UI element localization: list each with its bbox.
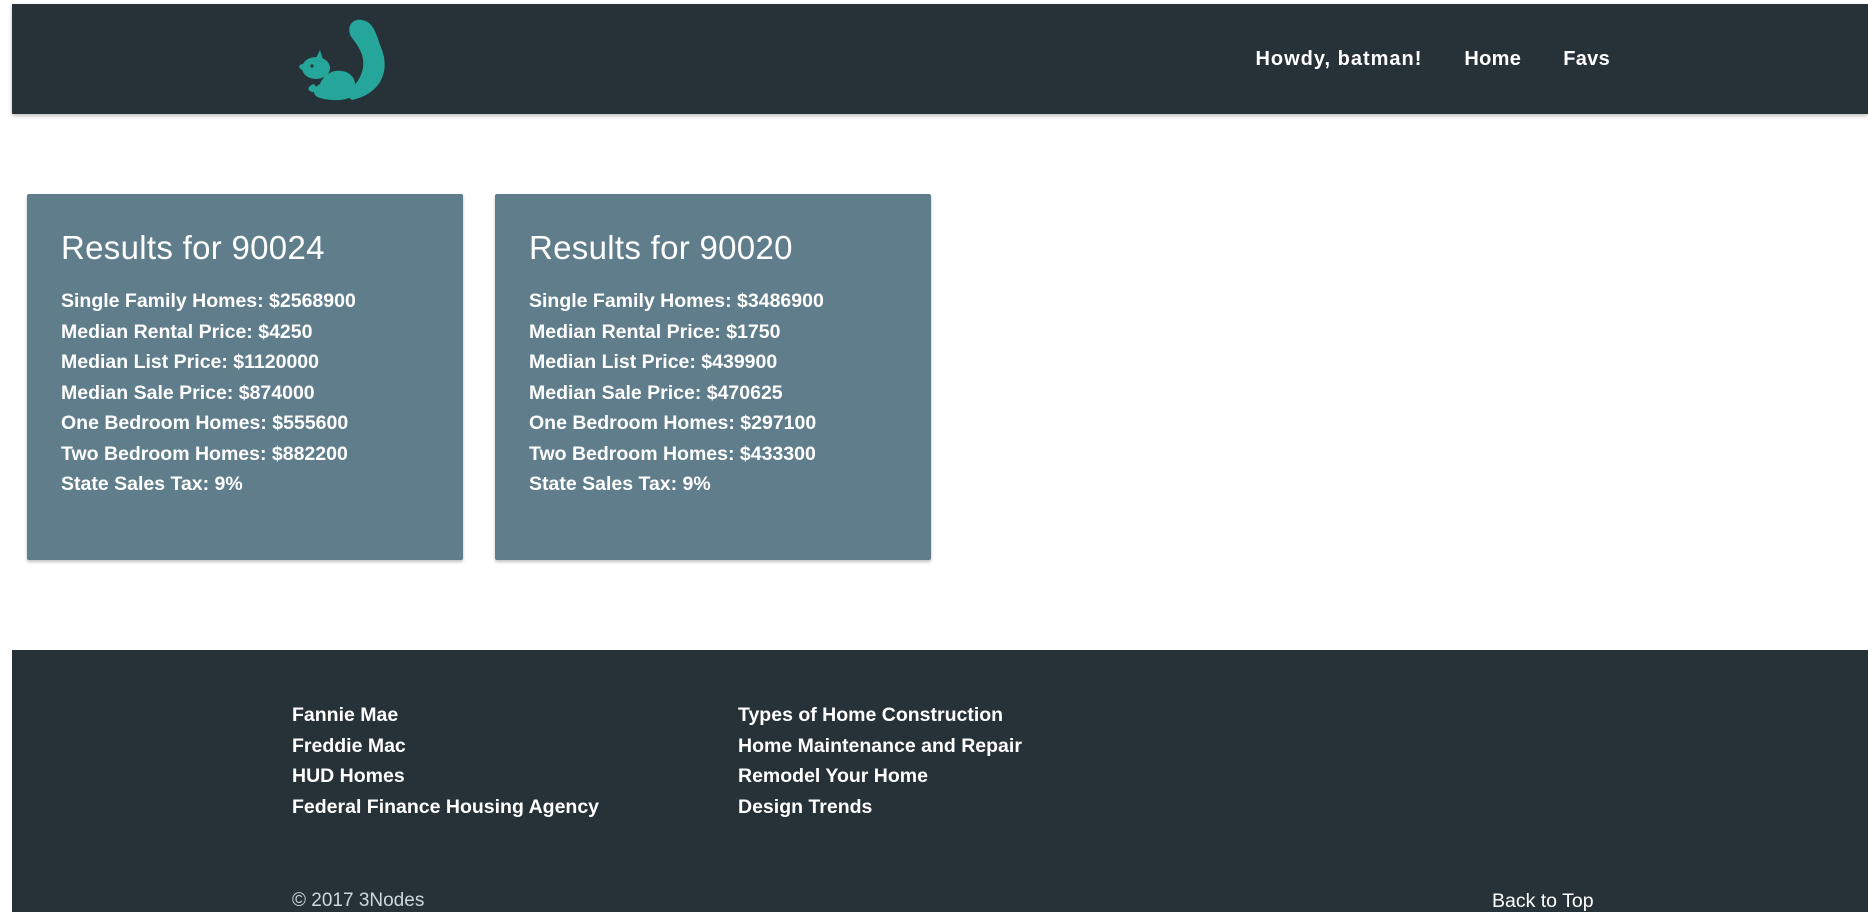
copyright: © 2017 3Nodes xyxy=(292,890,425,911)
back-to-top-link[interactable]: Back to Top xyxy=(1492,890,1594,913)
footer-link-freddie-mac[interactable]: Freddie Mac xyxy=(292,731,599,762)
footer-links-finance: Fannie Mae Freddie Mac HUD Homes Federal… xyxy=(292,700,599,822)
result-row: Median Rental Price: $4250 xyxy=(61,320,313,343)
nav-links: Howdy, batman! Home Favs xyxy=(1255,4,1868,114)
results-container: Results for 90024 Single Family Homes: $… xyxy=(27,194,963,560)
result-row: Median Sale Price: $470625 xyxy=(529,381,783,404)
result-card-90020: Results for 90020 Single Family Homes: $… xyxy=(495,194,931,560)
page-edge xyxy=(0,0,12,912)
result-row: One Bedroom Homes: $555600 xyxy=(61,412,349,435)
result-card-90024: Results for 90024 Single Family Homes: $… xyxy=(27,194,463,560)
result-card-title: Results for 90024 xyxy=(61,229,325,266)
footer: Fannie Mae Freddie Mac HUD Homes Federal… xyxy=(12,650,1868,912)
footer-link-fannie-mae[interactable]: Fannie Mae xyxy=(292,700,599,731)
result-row: Single Family Homes: $2568900 xyxy=(61,290,356,313)
nav-greeting[interactable]: Howdy, batman! xyxy=(1255,48,1422,71)
result-row: Median List Price: $439900 xyxy=(529,351,778,374)
result-row: Two Bedroom Homes: $433300 xyxy=(529,442,816,465)
result-row: Median Rental Price: $1750 xyxy=(529,320,781,343)
nav-favs-link[interactable]: Favs xyxy=(1563,48,1610,71)
result-row: One Bedroom Homes: $297100 xyxy=(529,412,817,435)
result-row: State Sales Tax: 9% xyxy=(61,473,243,496)
result-row: Median List Price: $1120000 xyxy=(61,351,319,374)
footer-link-maintenance[interactable]: Home Maintenance and Repair xyxy=(738,731,1022,762)
footer-link-fhfa[interactable]: Federal Finance Housing Agency xyxy=(292,792,599,823)
footer-link-remodel[interactable]: Remodel Your Home xyxy=(738,761,1022,792)
result-card-title: Results for 90020 xyxy=(529,229,793,266)
result-row: State Sales Tax: 9% xyxy=(529,473,711,496)
footer-link-hud-homes[interactable]: HUD Homes xyxy=(292,761,599,792)
squirrel-icon[interactable] xyxy=(290,14,390,104)
result-row: Single Family Homes: $3486900 xyxy=(529,290,824,313)
result-row: Two Bedroom Homes: $882200 xyxy=(61,442,348,465)
footer-links-home: Types of Home Construction Home Maintena… xyxy=(738,700,1022,822)
page: Howdy, batman! Home Favs Results for 900… xyxy=(0,0,1868,912)
navbar: Howdy, batman! Home Favs xyxy=(12,4,1868,114)
nav-home-link[interactable]: Home xyxy=(1464,48,1521,71)
footer-link-construction[interactable]: Types of Home Construction xyxy=(738,700,1022,731)
result-row: Median Sale Price: $874000 xyxy=(61,381,315,404)
footer-link-design-trends[interactable]: Design Trends xyxy=(738,792,1022,823)
